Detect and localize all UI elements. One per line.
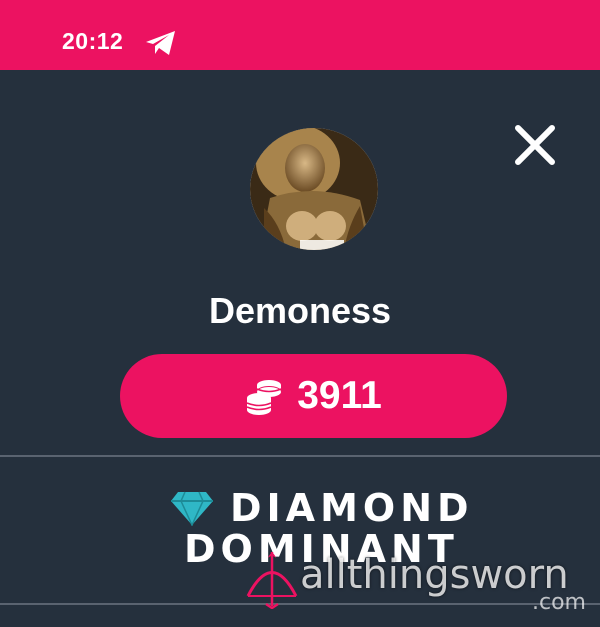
coins-balance-button[interactable]: 3911 (120, 354, 507, 438)
diamond-icon (171, 491, 213, 526)
rank-badge: DIAMOND (170, 485, 474, 531)
watermark: allthingsworn .com (242, 544, 600, 627)
watermark-text: allthingsworn (300, 552, 569, 598)
rank-title-line1: DIAMOND (230, 486, 474, 530)
coins-value: 3911 (297, 374, 382, 417)
divider (0, 455, 600, 457)
status-bar: 20:12 (0, 0, 600, 70)
watermark-tld: .com (532, 590, 586, 615)
status-time: 20:12 (62, 28, 124, 54)
profile-username: Demoness (208, 290, 392, 331)
telegram-icon (146, 31, 175, 55)
avatar[interactable] (250, 128, 378, 250)
close-icon (515, 125, 555, 165)
cupid-bow-arrow-icon (246, 552, 298, 609)
coin-stack-icon (246, 380, 282, 415)
close-button[interactable] (510, 120, 560, 170)
